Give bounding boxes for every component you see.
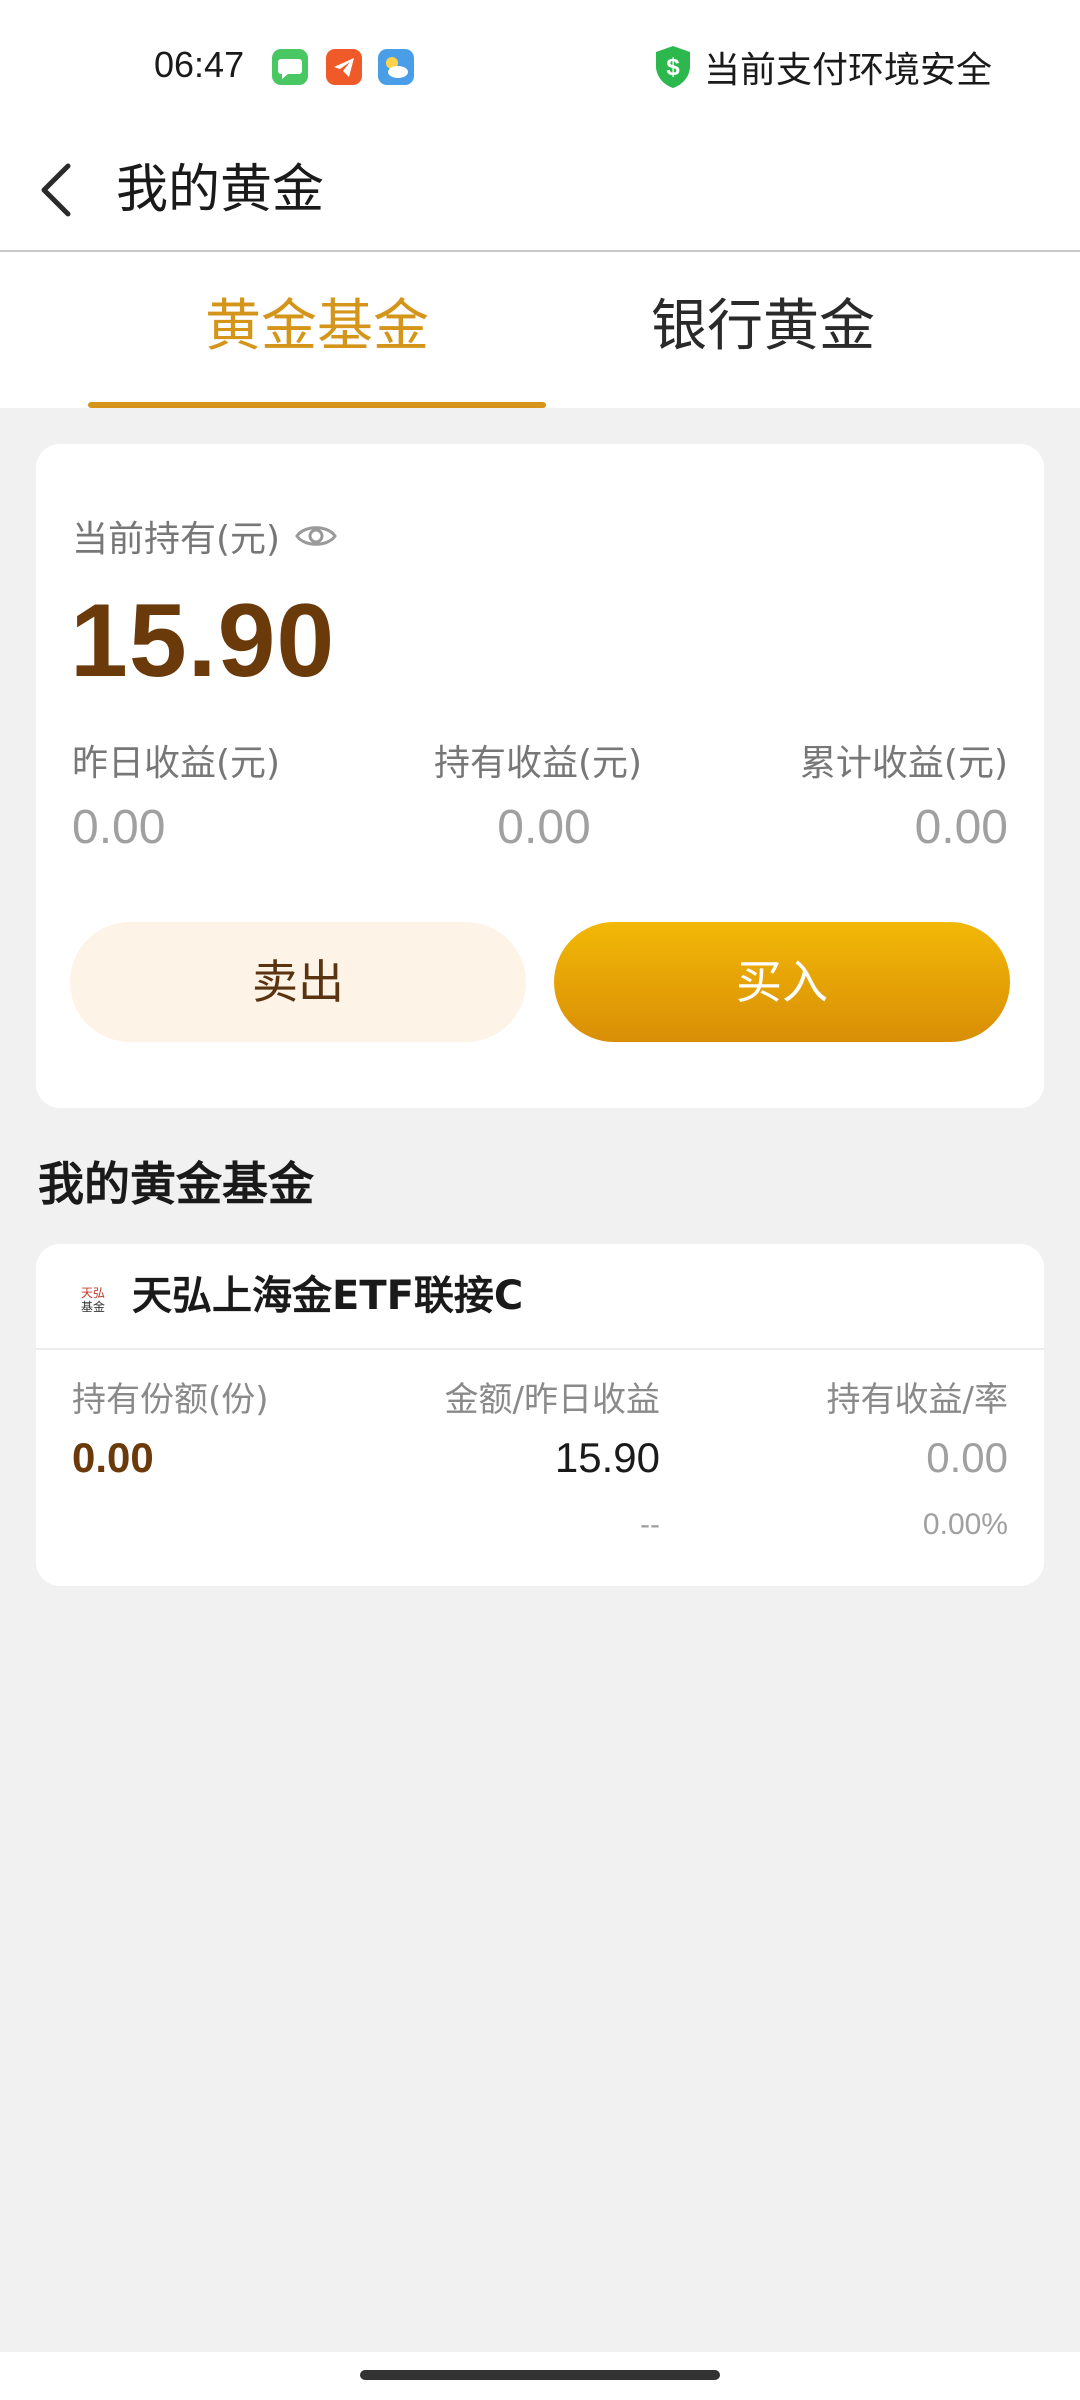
home-indicator[interactable] — [360, 2370, 720, 2380]
stat-cumulative-earnings: 累计收益(元) 0.00 — [800, 734, 1008, 855]
eye-icon[interactable] — [294, 521, 338, 551]
stat-yesterday-earnings: 昨日收益(元) 0.00 — [72, 734, 280, 855]
fund-header: 天弘 基金 天弘上海金ETF联接C — [36, 1244, 1044, 1350]
weather-icon — [378, 49, 414, 85]
holdings-card: 当前持有(元) 15.90 昨日收益(元) 0.00 持有收益(元) 0.00 … — [36, 444, 1044, 1108]
stat-value: 0.00 — [914, 801, 1008, 854]
tab-bar: 黄金基金 银行黄金 — [0, 252, 1080, 408]
svg-text:$: $ — [666, 54, 680, 81]
svg-text:基金: 基金 — [81, 1299, 105, 1314]
telegram-icon — [326, 49, 362, 85]
fund-name: 天弘上海金ETF联接C — [132, 1273, 524, 1319]
active-tab-indicator — [88, 402, 546, 408]
back-button[interactable] — [30, 150, 86, 230]
shares-value: 0.00 — [72, 1434, 154, 1481]
back-arrow-icon — [41, 163, 71, 217]
tianhong-fund-logo-icon: 天弘 基金 — [78, 1284, 108, 1314]
col-header-shares: 持有份额(份) — [72, 1380, 269, 1420]
security-text: 当前支付环境安全 — [703, 50, 992, 91]
stat-value: 0.00 — [497, 801, 591, 854]
status-bar: 06:47 $ 当前支付环境安全 — [0, 0, 1080, 136]
page-title: 我的黄金 — [116, 160, 325, 220]
sell-button[interactable]: 卖出 — [70, 922, 526, 1042]
tab-bank-gold[interactable]: 银行黄金 — [534, 252, 992, 408]
stat-label: 昨日收益(元) — [72, 743, 281, 784]
holding-label-row: 当前持有(元) — [72, 510, 338, 562]
yesterday-earnings-value: -- — [640, 1508, 660, 1541]
svg-text:天弘: 天弘 — [81, 1286, 105, 1300]
return-rate-value: 0.00% — [922, 1508, 1008, 1541]
amount-value: 15.90 — [554, 1434, 660, 1481]
security-status: $ 当前支付环境安全 — [652, 44, 992, 91]
status-time: 06:47 — [154, 44, 245, 85]
navigation-bar — [0, 2352, 1080, 2400]
messages-icon — [272, 49, 308, 85]
section-title: 我的黄金基金 — [38, 1157, 314, 1211]
tab-gold-fund[interactable]: 黄金基金 — [88, 252, 546, 408]
stat-value: 0.00 — [72, 801, 166, 854]
stat-holding-earnings: 持有收益(元) 0.00 — [434, 734, 654, 855]
stat-label: 持有收益(元) — [434, 743, 643, 784]
col-header-return: 持有收益/率 — [826, 1380, 1008, 1420]
stat-label: 累计收益(元) — [799, 743, 1008, 784]
current-holding-value: 15.90 — [70, 583, 336, 699]
fund-card[interactable]: 天弘 基金 天弘上海金ETF联接C 持有份额(份) 金额/昨日收益 持有收益/率… — [36, 1244, 1044, 1586]
shield-dollar-icon: $ — [655, 46, 690, 88]
current-holding-label: 当前持有(元) — [72, 519, 281, 560]
buy-button[interactable]: 买入 — [554, 922, 1010, 1042]
page-header: 我的黄金 — [0, 136, 1080, 252]
holding-return-value: 0.00 — [926, 1434, 1008, 1481]
col-header-amount: 金额/昨日收益 — [444, 1380, 660, 1420]
